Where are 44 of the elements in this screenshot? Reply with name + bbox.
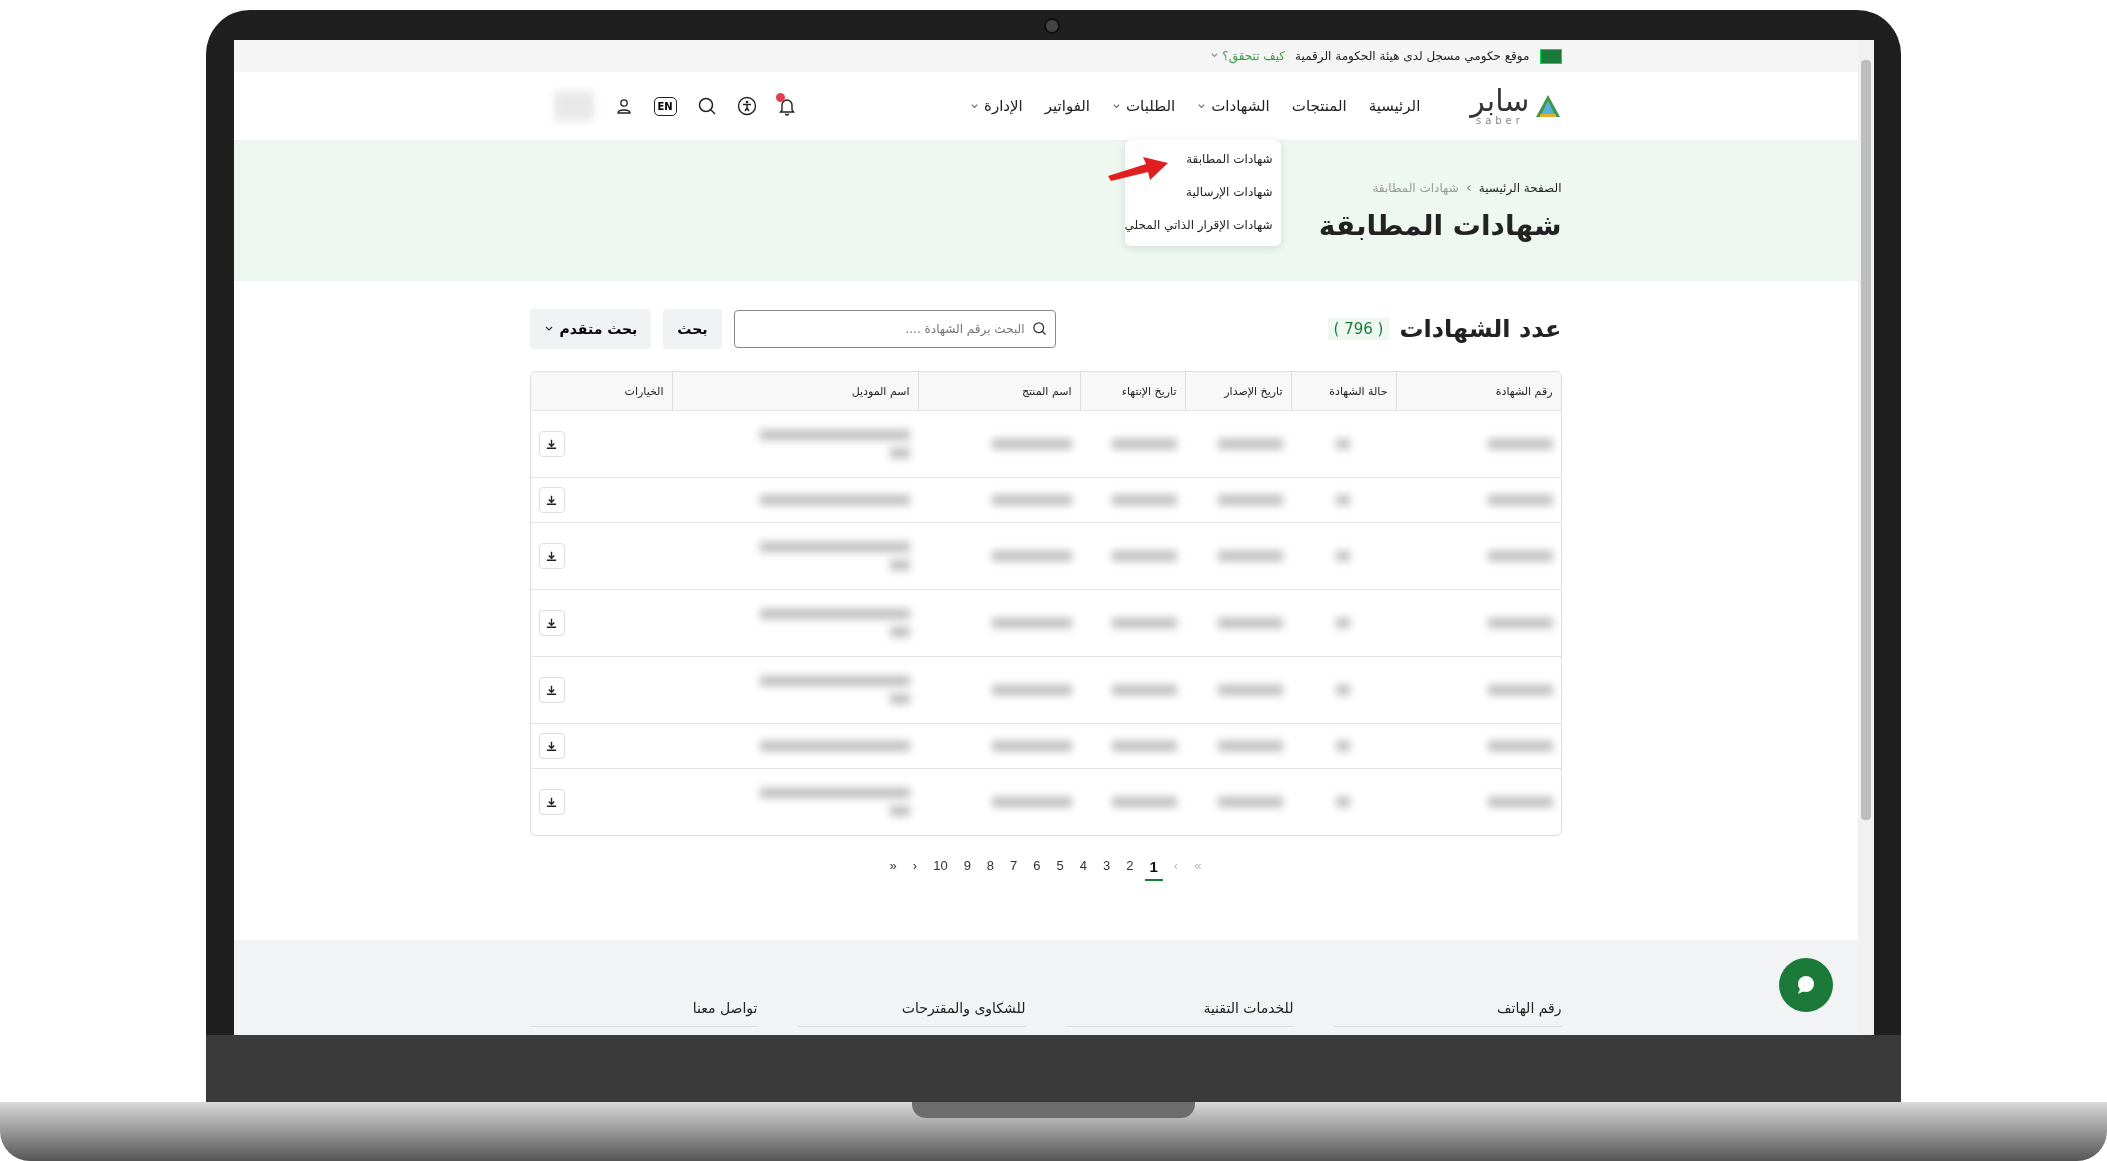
language-button[interactable]: EN — [653, 96, 677, 116]
page-link[interactable]: 7 — [1005, 856, 1023, 881]
nav-link[interactable]: الطلبات — [1112, 97, 1176, 115]
breadcrumb-link[interactable]: الصفحة الرئيسية — [1478, 180, 1562, 195]
nav-link[interactable]: الشهادات — [1197, 97, 1270, 115]
page-link[interactable]: 8 — [981, 856, 1000, 881]
gov-notice: موقع حكومي مسجل لدى هيئة الحكومة الرقمية — [1295, 49, 1530, 63]
page-link[interactable]: 4 — [1074, 856, 1093, 881]
column-header: اسم المنتج — [917, 372, 1080, 410]
column-header: الخيارات — [623, 383, 665, 400]
page-link[interactable]: 1 — [1144, 856, 1163, 881]
menu-item[interactable]: شهادات الإقرار الذاتي المحلي — [1124, 216, 1273, 236]
count-title: عدد الشهادات — [1399, 315, 1562, 343]
nav-link[interactable]: الإدارة — [970, 97, 1023, 115]
nav-link[interactable]: المنتجات — [1291, 97, 1347, 115]
menu-item[interactable]: شهادات الإرسالية — [1186, 183, 1273, 203]
column-header: حالة الشهادة — [1290, 372, 1396, 410]
search-button[interactable]: بحث — [663, 309, 722, 349]
menu-item[interactable]: شهادات المطابقة — [1186, 150, 1273, 170]
page-link[interactable]: 2 — [1121, 856, 1139, 881]
logo-subtext: saber — [1475, 116, 1524, 126]
search-field[interactable]: البحث برقم الشهادة .... — [733, 310, 1056, 348]
column-header: رقم الشهادة — [1395, 372, 1561, 410]
logo-text: سابر — [1470, 86, 1530, 116]
breadcrumb-current: شهادات المطابقة — [1372, 180, 1459, 195]
footer-heading: رقم الهاتف — [1497, 1000, 1562, 1016]
column-header: تاريخ الإصدار — [1184, 372, 1291, 410]
page-link[interactable]: 6 — [1028, 856, 1046, 881]
nav-link[interactable]: الرئيسية — [1368, 97, 1421, 115]
column-header: تاريخ الإنتهاء — [1079, 372, 1185, 410]
count-value: ( 796 ) — [1327, 318, 1390, 340]
footer-heading: للشكاوى والمقترحات — [901, 1000, 1026, 1016]
advanced-search-button[interactable]: بحث متقدم — [529, 309, 652, 349]
page-link[interactable]: 3 — [1098, 856, 1116, 881]
page-link[interactable]: 9 — [958, 856, 976, 881]
page-title: شهادات المطابقة — [1318, 208, 1562, 242]
footer-heading: تواصل معنا — [692, 1000, 758, 1016]
footer-heading: للخدمات التقنية — [1203, 1000, 1294, 1016]
page-link[interactable]: 10 — [928, 856, 953, 881]
nav-link[interactable]: الفواتير — [1044, 97, 1090, 115]
page-link[interactable]: ‹ — [907, 856, 923, 881]
column-header: اسم الموديل — [671, 372, 918, 410]
page-link[interactable]: 5 — [1051, 856, 1069, 881]
page-link[interactable]: « — [884, 856, 902, 881]
